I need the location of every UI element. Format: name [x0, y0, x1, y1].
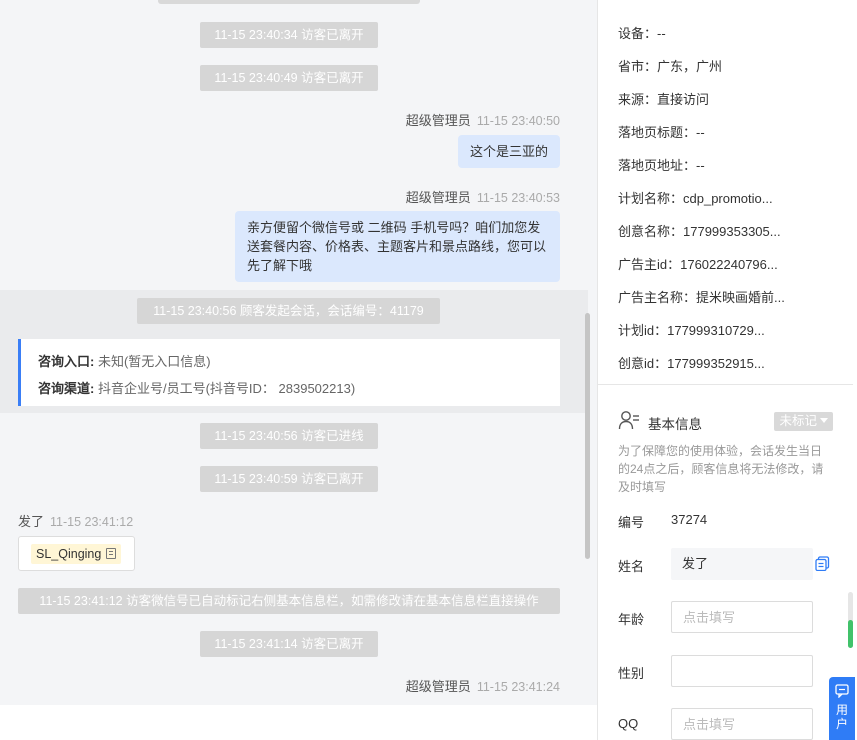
inquiry-channel-label: 咨询渠道: [38, 381, 95, 396]
name-label: 姓名 [618, 559, 645, 574]
tag-select-label: 未标记 [779, 414, 817, 428]
age-label: 年龄 [618, 612, 645, 627]
tag-select[interactable]: 未标记 [774, 412, 833, 431]
advertiser-name-detail: 广告主名称：提米映画婚前... [618, 290, 785, 305]
landing-url-detail: 落地页地址：-- [618, 158, 705, 173]
qq-input[interactable] [671, 708, 813, 740]
message-time: 11-15 23:41:12 [50, 515, 134, 529]
qq-label: QQ [618, 716, 639, 731]
visitor-name: 发了 [18, 514, 45, 529]
landing-title-detail: 落地页标题：-- [618, 125, 705, 140]
inquiry-entry-value: 未知(暂无入口信息) [97, 354, 211, 369]
truncated-event-pill [158, 0, 420, 4]
device-detail: 设备：-- [618, 26, 666, 41]
creative-name-detail: 创意名称：177999353305... [618, 224, 781, 239]
wechat-id-tag[interactable]: SL_Qinging [31, 544, 122, 564]
sender-name: 超级管理员 [405, 113, 471, 128]
visitor-info-panel: 设备：-- 省市：广东，广州 来源：直接访问 落地页标题：-- 落地页地址：--… [597, 0, 857, 740]
chat-bottom-strip [0, 705, 597, 740]
section-title: 基本信息 [648, 417, 702, 432]
float-button-label: 用户 [835, 703, 848, 731]
edit-hint: 为了保障您的使用体验，会话发生当日的24点之后，顾客信息将无法修改，请及时填写 [618, 444, 824, 494]
inquiry-channel-value: 抖音企业号/员工号(抖音号ID： 2839502213) [97, 381, 356, 396]
system-event: 11-15 23:40:34 访客已离开 [200, 22, 378, 48]
sender-name: 超级管理员 [405, 190, 471, 205]
copy-icon[interactable] [106, 548, 117, 559]
message-meta: 超级管理员 11-15 23:40:53 [406, 187, 560, 206]
inquiry-info-card: 咨询入口: 未知(暂无入口信息) 咨询渠道: 抖音企业号/员工号(抖音号ID： … [18, 339, 560, 406]
system-event: 11-15 23:40:56 访客已进线 [200, 423, 378, 449]
panel-scrollbar-thumb[interactable] [848, 620, 853, 648]
message-meta: 超级管理员 11-15 23:41:24 [406, 676, 560, 695]
visitor-message-card: SL_Qinging [18, 536, 135, 571]
name-field: 发了 [671, 548, 813, 580]
id-value: 37274 [671, 512, 708, 527]
section-divider [598, 384, 853, 385]
visitor-message-meta: 发了 11-15 23:41:12 [18, 511, 133, 530]
message-time: 11-15 23:40:50 [476, 114, 560, 128]
inquiry-entry-label: 咨询入口: [38, 354, 95, 369]
inquiry-channel-row: 咨询渠道: 抖音企业号/员工号(抖音号ID： 2839502213) [38, 375, 560, 402]
system-event: 11-15 23:41:14 访客已离开 [200, 631, 378, 657]
message-time: 11-15 23:40:53 [476, 191, 560, 205]
caret-down-icon [820, 418, 828, 423]
plan-id-detail: 计划id：177999310729... [618, 323, 765, 338]
copy-icon[interactable] [815, 556, 830, 571]
gender-label: 性别 [618, 666, 645, 681]
source-detail: 来源：直接访问 [618, 92, 710, 107]
system-event: 11-15 23:40:59 访客已离开 [200, 466, 378, 492]
chat-scrollbar[interactable] [585, 313, 590, 559]
creative-id-detail: 创意id：177999352915... [618, 356, 765, 371]
basic-info-header: 基本信息 未标记 [618, 409, 833, 433]
age-input[interactable] [671, 601, 813, 633]
advertiser-id-detail: 广告主id：176022240796... [618, 257, 778, 272]
message-time: 11-15 23:41:24 [476, 680, 560, 694]
id-label: 编号 [618, 515, 645, 530]
chat-area[interactable]: 11-15 23:40:34 访客已离开 11-15 23:40:49 访客已离… [0, 0, 592, 705]
user-float-button[interactable]: 用户 [829, 677, 855, 740]
agent-message-bubble: 这个是三亚的 [457, 135, 560, 168]
gender-select[interactable] [671, 655, 813, 687]
wechat-id-text: SL_Qinging [36, 547, 102, 561]
agent-message-bubble: 亲方便留个微信号或 二维码 手机号吗？咱们加您发送套餐内容、价格表、主题客片和景… [235, 211, 560, 282]
session-start-event: 11-15 23:40:56 顾客发起会话，会话编号：41179 [137, 298, 440, 324]
plan-name-detail: 计划名称：cdp_promotio... [618, 191, 773, 206]
system-event: 11-15 23:40:49 访客已离开 [200, 65, 378, 91]
inquiry-entry-row: 咨询入口: 未知(暂无入口信息) [38, 348, 560, 375]
system-event: 11-15 23:41:12 访客微信号已自动标记右侧基本信息栏，如需修改请在基… [18, 588, 560, 614]
chat-icon [835, 684, 849, 699]
user-icon [618, 411, 639, 430]
message-meta: 超级管理员 11-15 23:40:50 [406, 110, 560, 129]
sender-name: 超级管理员 [405, 679, 471, 694]
location-detail: 省市：广东，广州 [618, 59, 723, 74]
